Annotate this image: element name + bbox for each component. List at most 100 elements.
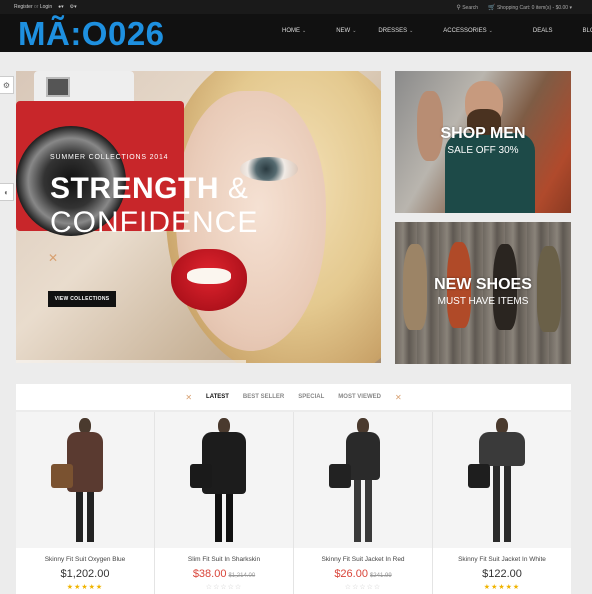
- product-card[interactable]: Slim Fit Suit In Sharkskin $38.00 $1,214.0…: [155, 412, 293, 594]
- hero-title-secondary: CONFIDENCE: [50, 206, 259, 239]
- star-icon: ☆: [359, 584, 367, 591]
- shop-men-subtitle: SALE OFF 30%: [447, 145, 519, 156]
- nav-item-label: DEALS: [532, 28, 553, 34]
- hero-slider[interactable]: SUMMER COLLECTIONS 2014 STRENGTH & CONFI…: [16, 71, 381, 363]
- cart-summary[interactable]: Shopping Cart: 0 item(s) - $0.00: [497, 5, 568, 11]
- star-icon: ★: [483, 584, 492, 591]
- chevron-down-icon: ⌄: [352, 28, 357, 34]
- star-icon: ☆: [373, 584, 382, 591]
- nav-item-label: ACCESSORIES: [443, 28, 487, 34]
- product-name[interactable]: Skinny Fit Suit Jacket In White: [433, 556, 571, 563]
- star-icon: ☆: [366, 584, 374, 591]
- nav-item-label: NEW: [336, 28, 351, 34]
- product-name[interactable]: Slim Fit Suit In Sharkskin: [155, 556, 293, 563]
- site-header: MÃ:O026 HOME ⌄ NEW ⌄ DRESSES ⌄ ACCESSORIES ⌄ DEA…: [0, 14, 592, 52]
- settings-dropdown-icon[interactable]: ⚙▾: [70, 4, 77, 10]
- star-icon: ☆: [205, 584, 214, 591]
- product-image[interactable]: [294, 412, 432, 548]
- product-image[interactable]: [16, 412, 154, 548]
- product-card[interactable]: Skinny Fit Suit Oxygen Blue $1,202.00 ★★★★…: [16, 412, 154, 594]
- rating-stars: ★★★★★: [16, 583, 154, 591]
- nav-item-new[interactable]: NEW ⌄: [336, 28, 356, 34]
- hero-title-bold: STRENGTH: [50, 172, 219, 205]
- tab-most-viewed[interactable]: MOST VIEWED: [338, 394, 381, 400]
- cart-icon[interactable]: 🛒: [488, 5, 495, 11]
- account-links: Register or Login ●▾ ⚙▾: [14, 4, 77, 10]
- tab-special[interactable]: SPECIAL: [298, 394, 324, 400]
- hero-pretitle: SUMMER COLLECTIONS 2014: [50, 154, 169, 161]
- hero-model-eye: [240, 157, 298, 181]
- old-price: $1,214.00: [228, 573, 256, 579]
- current-price: $122.00: [482, 568, 522, 580]
- decorative-x-icon: ✕: [48, 251, 59, 265]
- star-icon: ☆: [227, 584, 235, 591]
- search-icon[interactable]: ⚲: [456, 5, 460, 11]
- product-price: $122.00: [433, 568, 571, 580]
- star-icon: ★: [512, 584, 521, 591]
- product-tabs: ✕ LATEST BEST SELLER SPECIAL MOST VIEWED ✕: [16, 384, 571, 410]
- nav-item-blog[interactable]: BLOG: [583, 28, 592, 34]
- product-image[interactable]: [433, 412, 571, 548]
- nav-item-accessories[interactable]: ACCESSORIES ⌄: [443, 28, 493, 34]
- star-icon: ★: [95, 584, 104, 591]
- old-price: $241.99: [369, 573, 392, 579]
- product-tabs-bar: ✕ LATEST BEST SELLER SPECIAL MOST VIEWED ✕: [16, 384, 571, 410]
- product-price: $26.00 $241.99: [294, 568, 432, 580]
- tab-best-seller[interactable]: BEST SELLER: [243, 394, 284, 400]
- current-price: $26.00: [334, 568, 368, 580]
- star-icon: ☆: [234, 584, 243, 591]
- current-price: $1,202.00: [60, 568, 110, 580]
- nav-item-label: DRESSES: [378, 28, 408, 34]
- tab-latest[interactable]: LATEST: [206, 394, 229, 400]
- chevron-down-icon: ⌄: [302, 28, 307, 34]
- product-name[interactable]: Skinny Fit Suit Oxygen Blue: [16, 556, 154, 563]
- current-price: $38.00: [192, 568, 227, 580]
- chevron-down-icon: ⌄: [409, 28, 414, 34]
- product-price: $1,202.00: [16, 568, 154, 580]
- hero-title: STRENGTH &: [50, 172, 248, 206]
- nav-item-home[interactable]: HOME ⌄: [282, 28, 306, 34]
- star-icon: ★: [498, 584, 506, 591]
- or-text: or: [34, 4, 39, 10]
- product-image[interactable]: [155, 412, 293, 548]
- login-link[interactable]: Login: [40, 4, 52, 10]
- top-bar: Register or Login ●▾ ⚙▾ ⚲ Search 🛒 Shopp…: [0, 0, 592, 14]
- product-card[interactable]: Skinny Fit Suit Jacket In White $122.00 ★★…: [433, 412, 571, 594]
- utility-links: ⚲ Search 🛒 Shopping Cart: 0 item(s) - $0…: [456, 5, 572, 11]
- new-shoes-subtitle: MUST HAVE ITEMS: [437, 296, 529, 307]
- new-shoes-banner[interactable]: NEW SHOES MUST HAVE ITEMS: [395, 222, 571, 364]
- chevron-down-icon: ⌄: [488, 28, 493, 34]
- star-icon: ★: [88, 584, 96, 591]
- slider-progress-bar: [16, 360, 246, 363]
- decorative-x-icon: ✕: [185, 392, 193, 402]
- star-icon: ☆: [220, 584, 228, 591]
- nav-item-dresses[interactable]: DRESSES ⌄: [378, 28, 413, 34]
- rating-stars: ☆☆☆☆☆: [155, 583, 293, 591]
- nav-item-label: BLOG: [582, 28, 592, 34]
- product-card[interactable]: Skinny Fit Suit Jacket In Red $26.00 $241.…: [294, 412, 432, 594]
- gear-icon[interactable]: ⚙: [0, 76, 14, 94]
- nav-item-label: HOME: [282, 28, 300, 34]
- new-shoes-title: NEW SHOES: [434, 276, 532, 293]
- main-nav: HOME⌄NEW⌄DRESSES⌄ACCESSORIES⌄DEALSBLOG: [282, 28, 592, 34]
- product-price: $38.00 $1,214.00: [155, 568, 293, 580]
- rating-stars: ☆☆☆☆☆: [294, 583, 432, 591]
- shop-men-banner[interactable]: SHOP MEN SALE OFF 30%: [395, 71, 571, 213]
- register-link[interactable]: Register: [14, 4, 33, 10]
- site-logo[interactable]: MÃ:O026: [18, 14, 165, 54]
- contrast-icon[interactable]: ◐: [0, 183, 14, 201]
- hero-model-teeth: [187, 268, 231, 284]
- view-collections-button[interactable]: VIEW COLLECTIONS: [48, 291, 116, 307]
- star-icon: ★: [505, 584, 513, 591]
- decorative-x-icon: ✕: [394, 392, 402, 402]
- product-name[interactable]: Skinny Fit Suit Jacket In Red: [294, 556, 432, 563]
- nav-item-deals[interactable]: DEALS: [533, 28, 553, 34]
- user-icon[interactable]: ●▾: [58, 4, 64, 10]
- shop-men-title: SHOP MEN: [440, 125, 526, 142]
- search-link[interactable]: Search: [462, 5, 478, 11]
- product-grid: Skinny Fit Suit Oxygen Blue $1,202.00 ★★★★…: [16, 412, 571, 594]
- rating-stars: ★★★★★: [433, 583, 571, 591]
- star-icon: ★: [81, 584, 89, 591]
- star-icon: ☆: [344, 584, 353, 591]
- hero-title-amp: &: [227, 172, 249, 205]
